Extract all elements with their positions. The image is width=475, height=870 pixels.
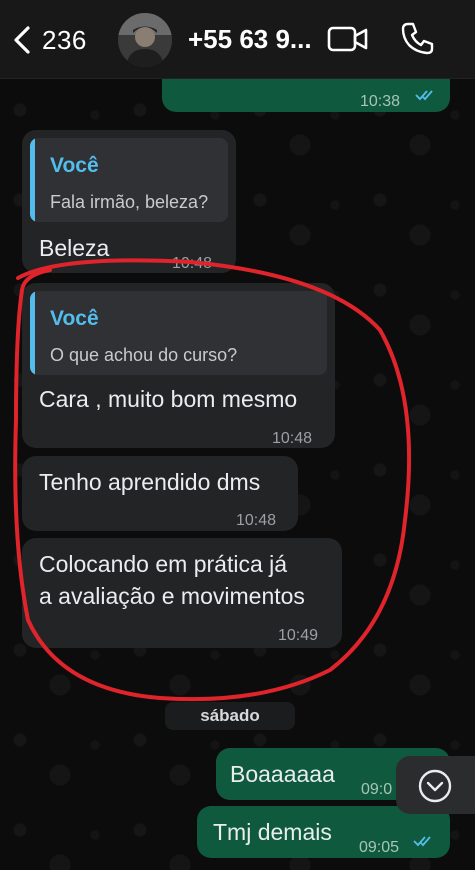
- message-text-line-1: Colocando em prática já: [39, 551, 288, 577]
- message-text: Beleza: [39, 235, 110, 261]
- unread-count: 236: [42, 24, 87, 55]
- quote-text: O que achou do curso?: [50, 345, 238, 365]
- avatar[interactable]: [118, 13, 172, 67]
- message-incoming[interactable]: Você O que achou do curso? Cara , muito …: [22, 283, 335, 448]
- message-text: Boaaaaaa: [230, 761, 335, 787]
- chat-header: 236 +55 63 9...: [0, 0, 475, 79]
- message-time: 10:38: [360, 93, 401, 110]
- message-text: Cara , muito bom mesmo: [39, 386, 298, 412]
- message-text: Tmj demais: [213, 819, 332, 845]
- back-button[interactable]: 236: [12, 22, 87, 58]
- message-time: 10:48: [236, 512, 277, 529]
- date-separator: sábado: [165, 702, 295, 730]
- phone-call-icon[interactable]: [400, 20, 436, 56]
- message-time: 09:05: [359, 839, 400, 856]
- message-incoming[interactable]: Colocando em prática já a avaliação e mo…: [22, 538, 342, 648]
- quote-accent-bar: [30, 291, 35, 375]
- quote-accent-bar: [30, 138, 35, 222]
- quoted-message[interactable]: Você O que achou do curso?: [30, 291, 327, 375]
- message-time: 10:48: [172, 255, 213, 272]
- quoted-message[interactable]: Você Fala irmão, beleza?: [30, 138, 228, 222]
- quote-author: Você: [50, 154, 99, 177]
- chevron-down-icon: [418, 769, 452, 803]
- message-incoming[interactable]: Tenho aprendido dms 10:48: [22, 456, 298, 531]
- avatar-image: [118, 13, 172, 67]
- message-time: 09:0: [361, 781, 393, 798]
- read-ticks-icon: [413, 836, 431, 847]
- message-incoming[interactable]: Você Fala irmão, beleza? Beleza 10:48: [22, 130, 236, 273]
- contact-name[interactable]: +55 63 9...: [188, 24, 312, 55]
- message-text: Tenho aprendido dms: [39, 469, 261, 495]
- message-time: 10:49: [278, 627, 319, 644]
- quote-author: Você: [50, 307, 99, 330]
- read-ticks-icon: [415, 90, 433, 101]
- back-chevron-icon: [14, 26, 30, 54]
- video-call-icon[interactable]: [327, 22, 369, 56]
- message-time: 10:48: [272, 430, 313, 447]
- quote-text: Fala irmão, beleza?: [50, 192, 209, 212]
- scroll-to-bottom-button[interactable]: [396, 756, 475, 814]
- message-text-line-2: a avaliação e movimentos: [39, 583, 305, 609]
